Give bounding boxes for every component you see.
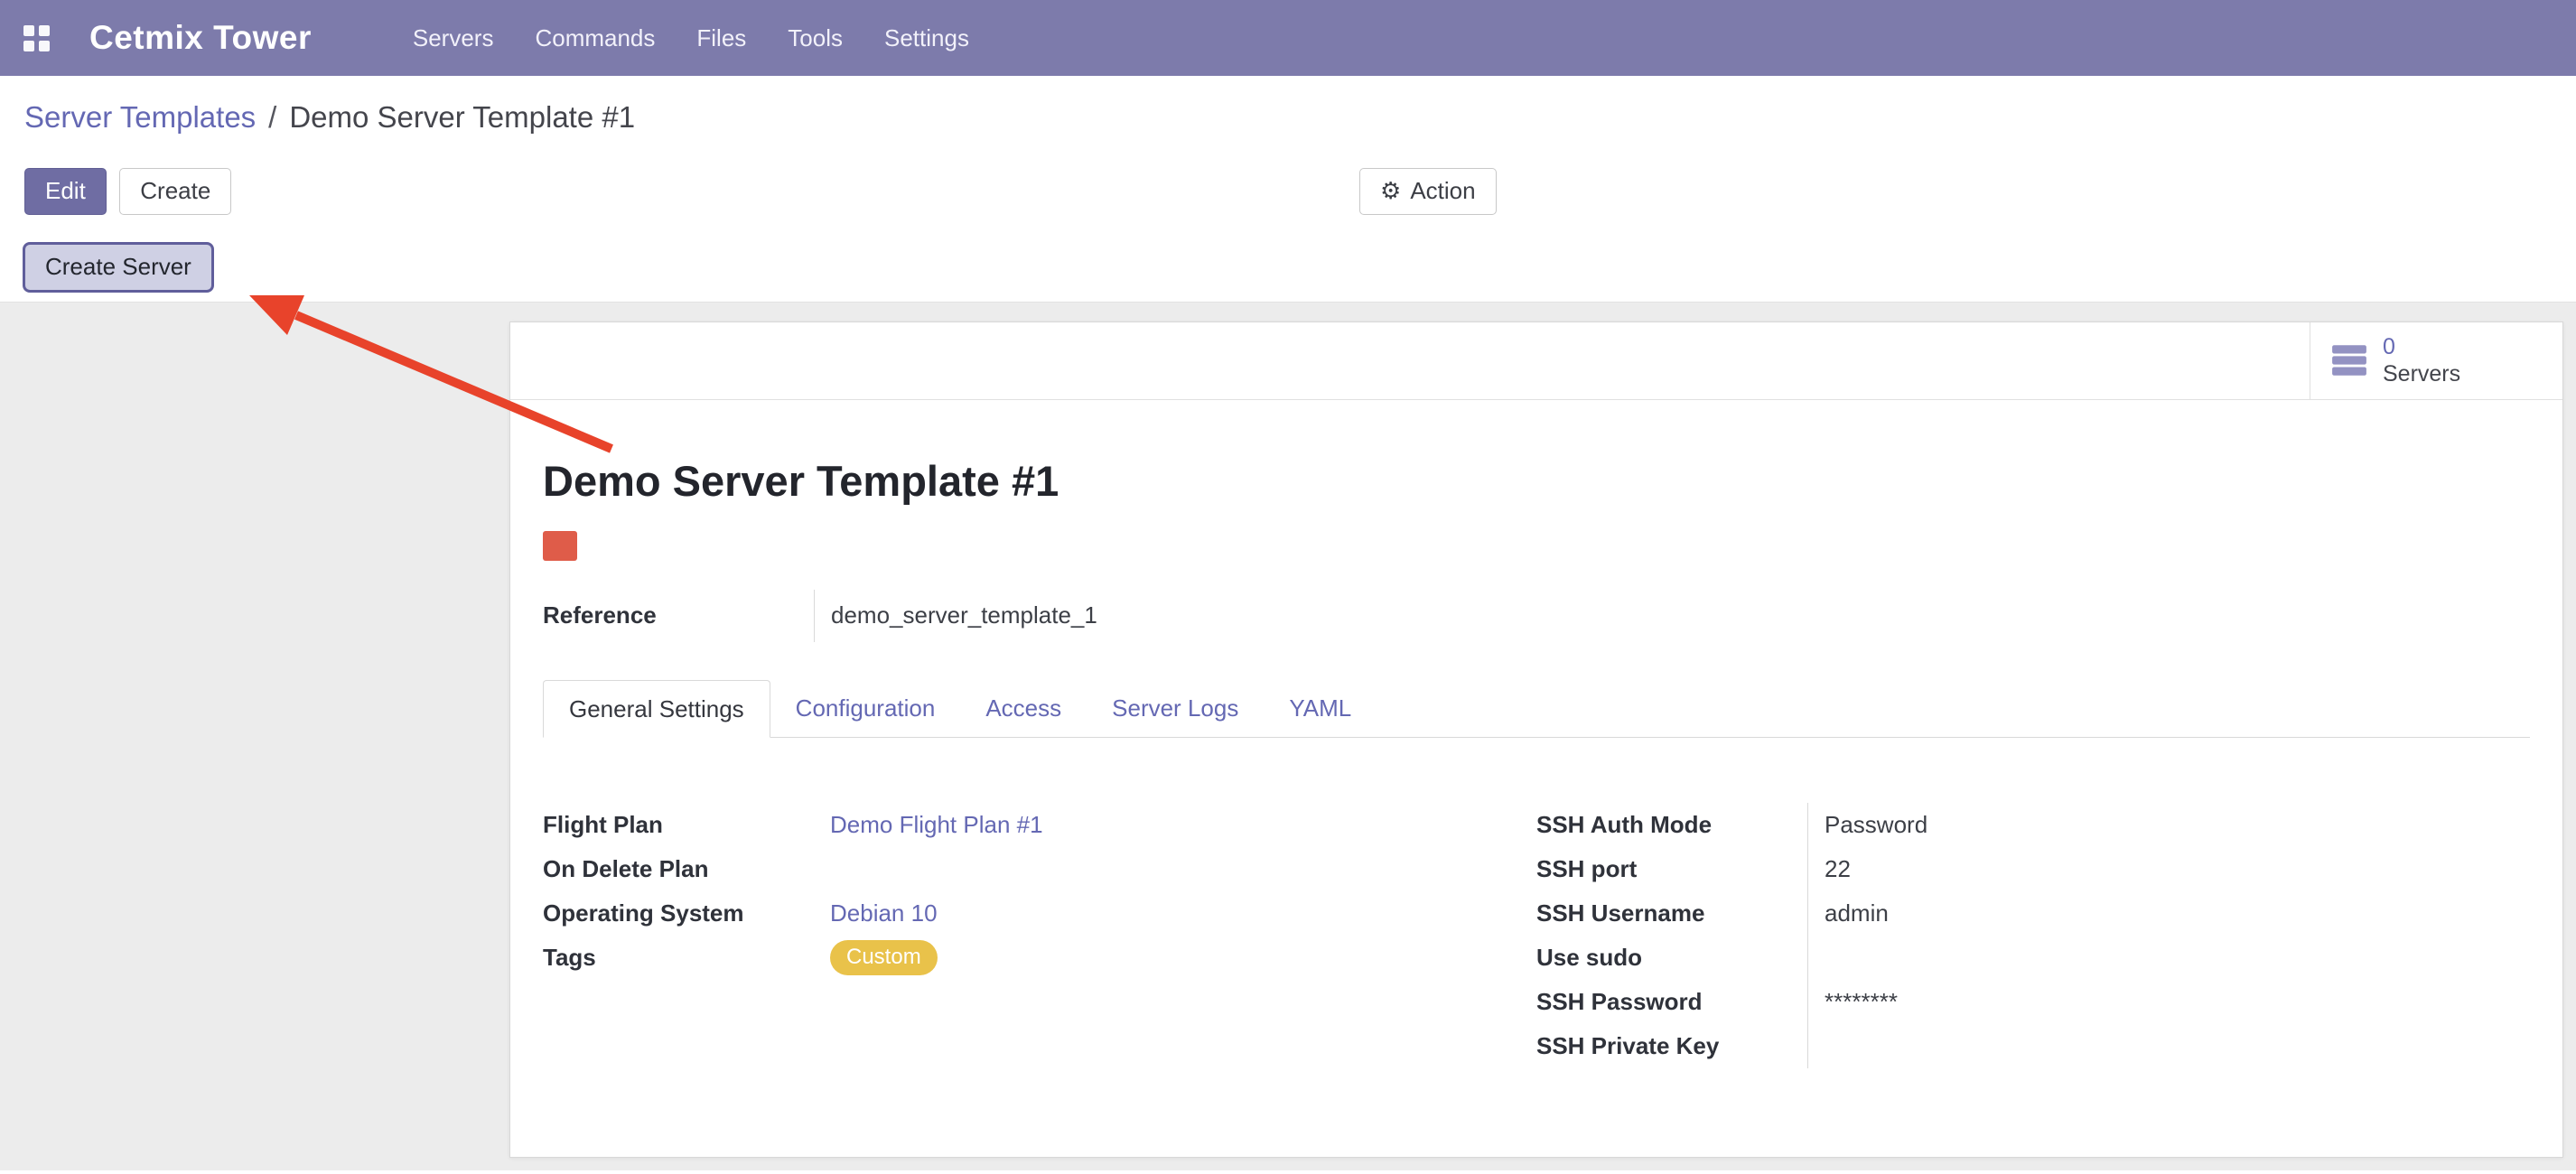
ssh-username-value: admin — [1807, 891, 1889, 936]
control-panel-buttons: Edit Create ⚙ Action — [0, 159, 2576, 224]
menu-item-settings[interactable]: Settings — [884, 24, 969, 52]
field-row-ssh-password: SSH Password ******** — [1536, 980, 2530, 1024]
servers-stat-button[interactable]: 0 Servers — [2310, 322, 2562, 399]
reference-field-row: Reference demo_server_template_1 — [543, 590, 2530, 642]
menu-item-commands[interactable]: Commands — [535, 24, 655, 52]
action-button[interactable]: ⚙ Action — [1359, 168, 1497, 215]
notebook-tabs: General Settings Configuration Access Se… — [543, 680, 2530, 738]
ssh-port-value: 22 — [1807, 847, 1851, 891]
field-row-ssh-auth-mode: SSH Auth Mode Password — [1536, 803, 2530, 847]
use-sudo-label: Use sudo — [1536, 944, 1807, 972]
tags-label: Tags — [543, 944, 814, 972]
field-row-operating-system: Operating System Debian 10 — [543, 891, 1536, 936]
main-menu: Servers Commands Files Tools Settings — [413, 24, 969, 52]
servers-stat-icon — [2330, 343, 2368, 377]
field-row-tags: Tags Custom — [543, 936, 1536, 980]
ssh-auth-mode-value: Password — [1807, 803, 1927, 847]
breadcrumb-current: Demo Server Template #1 — [289, 100, 635, 135]
ssh-private-key-label: SSH Private Key — [1536, 1032, 1807, 1060]
ssh-private-key-value — [1807, 1024, 1825, 1068]
ssh-auth-mode-label: SSH Auth Mode — [1536, 811, 1807, 839]
flight-plan-value-link[interactable]: Demo Flight Plan #1 — [814, 811, 1043, 839]
field-row-on-delete-plan: On Delete Plan — [543, 847, 1536, 891]
operating-system-value-link[interactable]: Debian 10 — [814, 899, 938, 927]
tab-yaml[interactable]: YAML — [1264, 680, 1377, 738]
servers-stat-count: 0 — [2383, 333, 2460, 360]
apps-grid-icon[interactable] — [23, 25, 50, 51]
ssh-password-label: SSH Password — [1536, 988, 1807, 1016]
field-row-ssh-port: SSH port 22 — [1536, 847, 2530, 891]
action-button-label: Action — [1410, 178, 1475, 205]
reference-field-value: demo_server_template_1 — [814, 590, 1097, 642]
tab-access[interactable]: Access — [960, 680, 1087, 738]
tab-server-logs[interactable]: Server Logs — [1087, 680, 1264, 738]
operating-system-label: Operating System — [543, 899, 814, 927]
tag-pill-custom[interactable]: Custom — [830, 940, 938, 975]
reference-field-label: Reference — [543, 601, 814, 629]
sheet-top-strip: 0 Servers — [510, 322, 2562, 400]
create-button[interactable]: Create — [119, 168, 231, 215]
top-navbar: Cetmix Tower Servers Commands Files Tool… — [0, 0, 2576, 76]
edit-button[interactable]: Edit — [24, 168, 107, 215]
flight-plan-label: Flight Plan — [543, 811, 814, 839]
tags-value: Custom — [814, 940, 938, 975]
field-row-ssh-username: SSH Username admin — [1536, 891, 2530, 936]
field-row-use-sudo: Use sudo — [1536, 936, 2530, 980]
menu-item-tools[interactable]: Tools — [788, 24, 843, 52]
ssh-password-value: ******** — [1807, 980, 1898, 1024]
color-tag-swatch — [543, 531, 577, 561]
ssh-username-label: SSH Username — [1536, 899, 1807, 927]
servers-stat-text: 0 Servers — [2383, 333, 2460, 387]
app-brand[interactable]: Cetmix Tower — [89, 19, 312, 57]
form-sheet: 0 Servers Demo Server Template #1 Refere… — [509, 321, 2563, 1158]
group-right: SSH Auth Mode Password SSH port 22 SSH U… — [1536, 803, 2530, 1068]
gear-icon: ⚙ — [1380, 180, 1401, 203]
breadcrumb-parent-link[interactable]: Server Templates — [24, 100, 256, 135]
breadcrumb-separator: / — [268, 100, 276, 135]
servers-stat-label: Servers — [2383, 360, 2460, 387]
menu-item-servers[interactable]: Servers — [413, 24, 494, 52]
tab-configuration[interactable]: Configuration — [770, 680, 961, 738]
menu-item-files[interactable]: Files — [696, 24, 746, 52]
record-title: Demo Server Template #1 — [543, 456, 2530, 506]
sheet-body: Demo Server Template #1 Reference demo_s… — [510, 456, 2562, 1104]
content-area: 0 Servers Demo Server Template #1 Refere… — [0, 303, 2576, 1170]
group-left: Flight Plan Demo Flight Plan #1 On Delet… — [543, 803, 1536, 1068]
use-sudo-value — [1807, 936, 1825, 980]
field-row-flight-plan: Flight Plan Demo Flight Plan #1 — [543, 803, 1536, 847]
tab-general-settings[interactable]: General Settings — [543, 680, 770, 738]
ssh-port-label: SSH port — [1536, 855, 1807, 883]
field-row-ssh-private-key: SSH Private Key — [1536, 1024, 2530, 1068]
create-server-button[interactable]: Create Server — [23, 242, 214, 293]
on-delete-plan-label: On Delete Plan — [543, 855, 814, 883]
form-groups: Flight Plan Demo Flight Plan #1 On Delet… — [543, 803, 2530, 1068]
statusbar: Create Server — [0, 224, 2576, 303]
breadcrumb: Server Templates / Demo Server Template … — [0, 76, 2576, 159]
